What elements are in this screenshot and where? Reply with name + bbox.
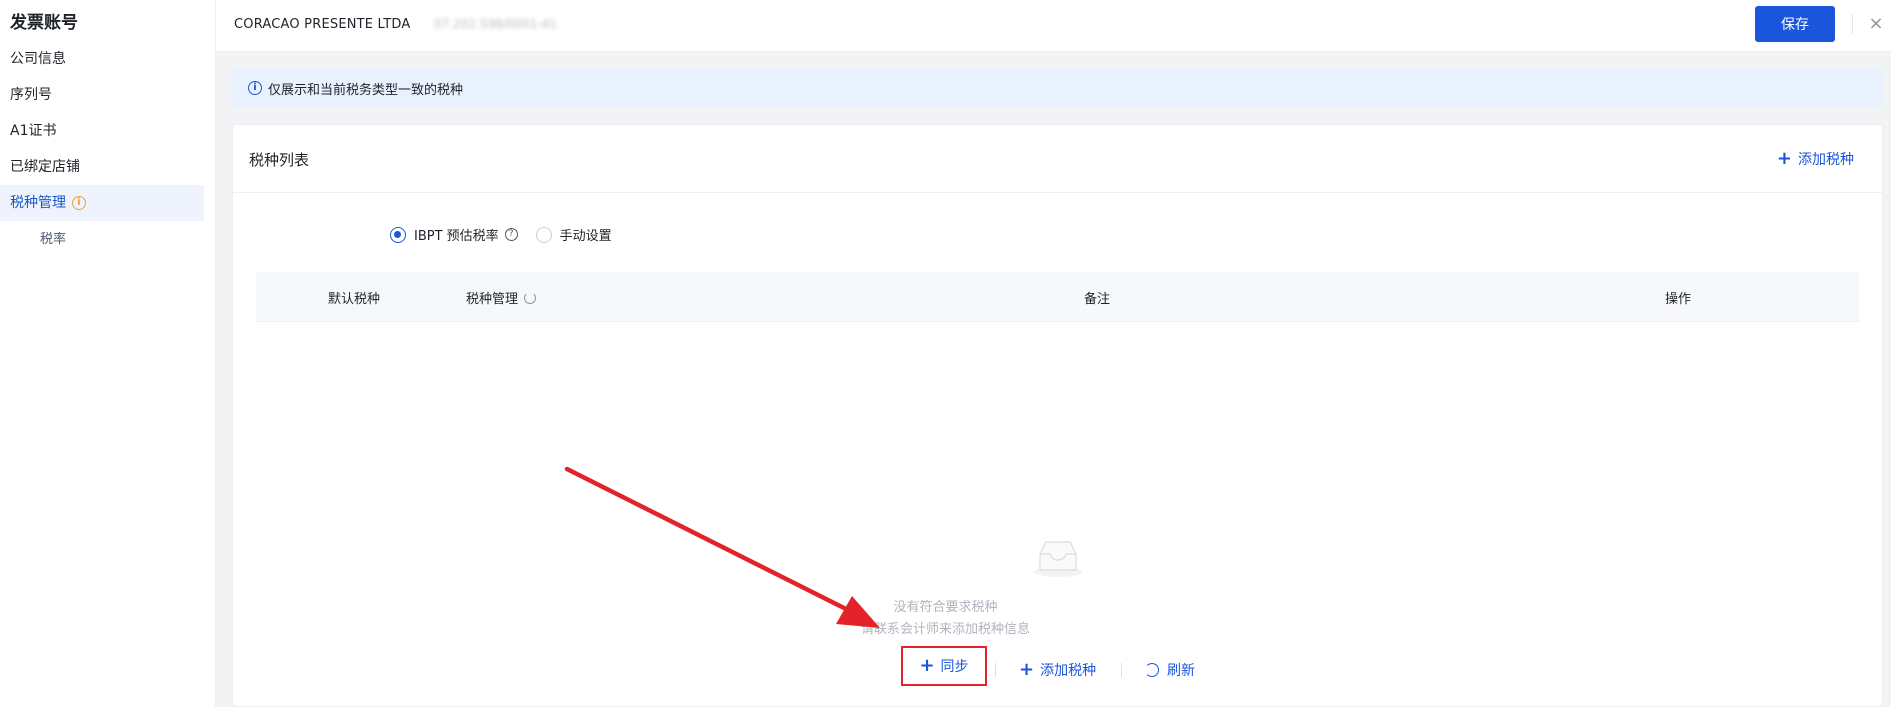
- column-header-default-tax: 默认税种: [328, 292, 381, 307]
- radio-manual[interactable]: [535, 226, 552, 243]
- table-header: 默认税种 税种管理 备注 操作: [256, 272, 1859, 322]
- add-tax-label: 添加税种: [1798, 152, 1854, 168]
- empty-hint: 请联系会计师来添加税种信息: [860, 622, 1030, 637]
- refresh-icon: [1145, 663, 1159, 677]
- empty-actions: + 同步 + 添加税种 刷新: [0, 646, 1891, 686]
- add-tax-button[interactable]: + 添加税种: [1777, 149, 1854, 169]
- action-divider: [995, 663, 996, 677]
- sidebar-item-label: 税种管理: [10, 195, 66, 211]
- column-header-note: 备注: [1084, 292, 1111, 307]
- company-name: CORACAO PRESENTE LTDA: [234, 17, 411, 32]
- column-header-operations: 操作: [1665, 292, 1692, 307]
- sidebar-title: 发票账号: [10, 13, 78, 33]
- radio-ibpt-label[interactable]: IBPT 预估税率: [414, 225, 499, 244]
- info-icon: i: [248, 81, 262, 95]
- plus-icon: +: [919, 655, 935, 676]
- warning-icon: i: [72, 196, 86, 210]
- sidebar-item-serial-number[interactable]: 序列号: [0, 77, 204, 113]
- refresh-label: 刷新: [1167, 663, 1195, 679]
- company-id: 07.202.598/0001-41: [434, 17, 557, 31]
- top-bar: CORACAO PRESENTE LTDA 07.202.598/0001-41…: [216, 0, 1891, 52]
- empty-message: 没有符合要求税种: [893, 600, 998, 615]
- rate-radio-group: IBPT 预估税率 ? 手动设置: [390, 225, 612, 244]
- add-tax-empty-label: 添加税种: [1040, 663, 1097, 679]
- header-divider: [1852, 14, 1853, 34]
- page: 发票账号 公司信息 序列号 A1证书 已绑定店铺 税种管理 i CORACAO …: [0, 0, 1891, 707]
- sync-button[interactable]: + 同步: [901, 646, 987, 686]
- plus-icon: +: [1776, 148, 1792, 169]
- add-tax-empty-button[interactable]: + 添加税种: [1019, 655, 1096, 685]
- sidebar-item-bound-stores[interactable]: 已绑定店铺: [0, 149, 204, 185]
- card-header: 税种列表 + 添加税种: [233, 125, 1882, 193]
- sidebar-item-a1-certificate[interactable]: A1证书: [0, 113, 204, 149]
- empty-inbox-icon: [1034, 541, 1082, 577]
- sidebar-item-label: 序列号: [10, 87, 52, 103]
- close-icon[interactable]: ×: [1864, 12, 1888, 36]
- plus-icon: +: [1019, 659, 1035, 680]
- radio-manual-label[interactable]: 手动设置: [560, 225, 612, 244]
- action-divider: [1121, 663, 1122, 677]
- sidebar-item-label: 已绑定店铺: [10, 159, 80, 175]
- sidebar-item-tax-management[interactable]: 税种管理 i: [0, 185, 204, 221]
- sidebar-item-label: 公司信息: [10, 51, 66, 67]
- card-title: 税种列表: [249, 151, 310, 169]
- notice-bar: i 仅展示和当前税务类型一致的税种: [232, 68, 1883, 108]
- help-icon[interactable]: ?: [504, 228, 518, 241]
- notice-text: 仅展示和当前税务类型一致的税种: [268, 82, 464, 98]
- sidebar-item-company-info[interactable]: 公司信息: [0, 41, 204, 77]
- column-header-label: 税种管理: [466, 292, 519, 307]
- sync-label: 同步: [940, 659, 969, 675]
- refresh-button[interactable]: 刷新: [1145, 655, 1195, 685]
- radio-ibpt[interactable]: [390, 226, 406, 243]
- sidebar-item-label: A1证书: [10, 123, 57, 139]
- refresh-icon[interactable]: [524, 291, 537, 304]
- rate-label: 税率: [40, 232, 67, 247]
- column-header-tax-management: 税种管理: [466, 288, 537, 307]
- save-button[interactable]: 保存: [1755, 6, 1835, 42]
